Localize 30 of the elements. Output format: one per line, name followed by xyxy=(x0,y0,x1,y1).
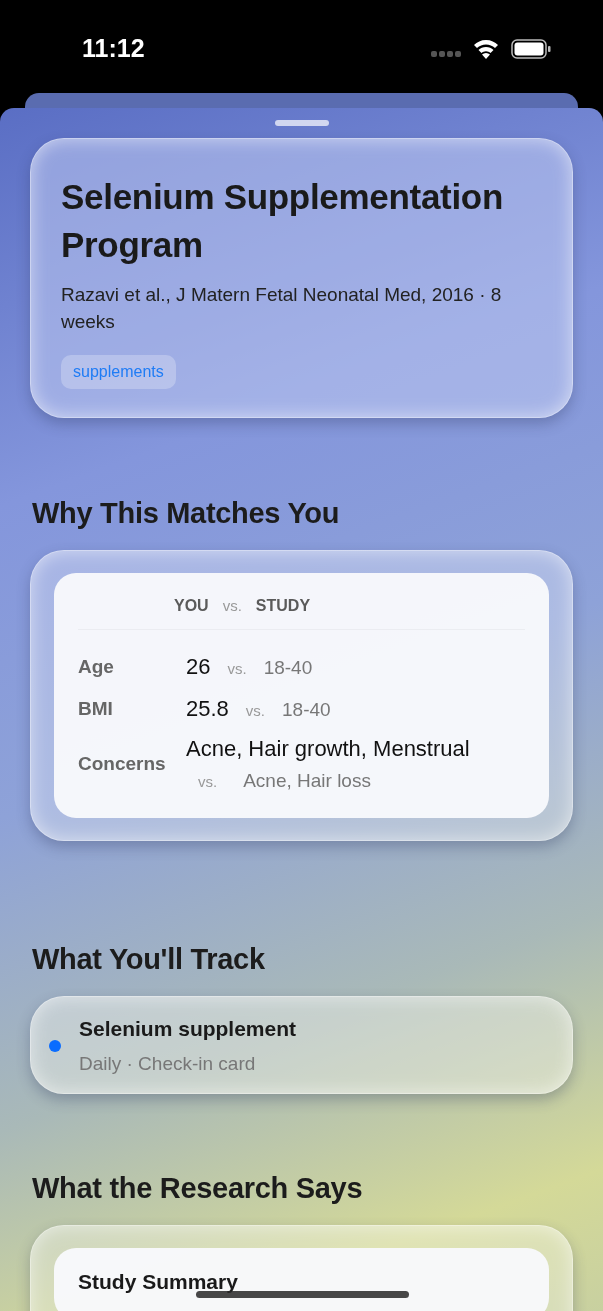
vs-label: vs. xyxy=(245,702,265,719)
citation-text: Razavi et al., J Matern Fetal Neonatal Med, 2016 · 8 weeks xyxy=(61,283,503,334)
section-heading: What the Research Says xyxy=(32,1172,364,1205)
vs-label: vs. xyxy=(198,773,218,790)
status-time: 11:12 xyxy=(82,34,145,63)
program-title: Selenium Supplementation Program xyxy=(61,176,505,266)
battery-icon xyxy=(511,39,551,59)
your-value: 25.8 xyxy=(186,696,229,722)
section-heading: Why This Matches You xyxy=(32,497,341,530)
column-header: STUDY xyxy=(255,597,311,615)
row-label: BMI xyxy=(78,698,114,720)
vs-label: vs. xyxy=(222,597,242,614)
row-label: Age xyxy=(78,656,115,678)
track-item-name: Selenium supplement xyxy=(79,1017,297,1041)
study-value: Acne, Hair loss xyxy=(243,770,371,792)
track-item[interactable]: Selenium supplement Daily · Check-in card xyxy=(30,996,573,1094)
bullet-dot-icon xyxy=(49,1040,61,1052)
study-value: 18-40 xyxy=(282,699,331,721)
summary-title: Study Summary xyxy=(78,1270,238,1293)
study-value: 18-40 xyxy=(263,657,313,679)
track-item-detail: Daily · Check-in card xyxy=(79,1053,257,1075)
column-header: YOU xyxy=(174,597,209,615)
vs-label: vs. xyxy=(227,660,247,677)
signal-icon xyxy=(431,51,461,57)
your-value: Acne, Hair growth, Menstrual xyxy=(186,736,470,762)
your-value: 26 xyxy=(186,654,211,680)
wifi-icon xyxy=(473,39,499,59)
sheet-grabber[interactable] xyxy=(274,120,329,126)
row-label: Concerns xyxy=(78,753,167,775)
section-heading: What You'll Track xyxy=(32,943,266,976)
